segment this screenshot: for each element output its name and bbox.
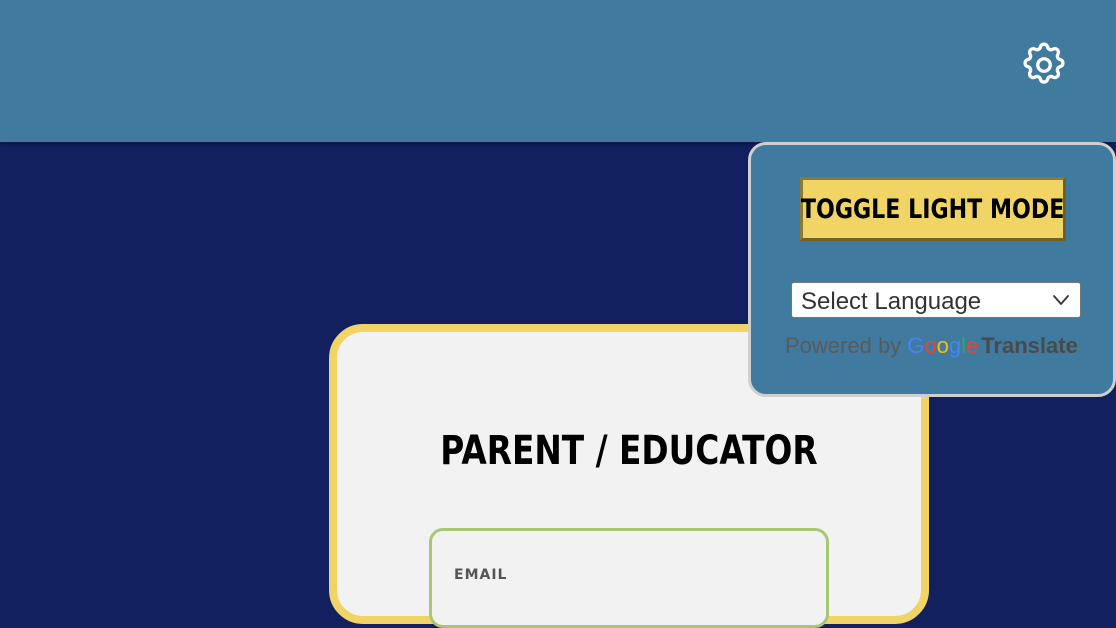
gear-icon[interactable]: [1019, 40, 1069, 90]
powered-by-google-translate: Powered by Google Translate: [785, 333, 1078, 359]
google-logo[interactable]: Google: [907, 333, 978, 358]
email-field[interactable]: EMAIL: [429, 528, 829, 628]
language-select-value: Select Language: [801, 288, 982, 315]
language-select[interactable]: Select Language: [791, 282, 1081, 318]
top-bar: [0, 0, 1116, 142]
chevron-down-icon: [1053, 295, 1069, 305]
toggle-light-mode-label: TOGGLE LIGHT MODE: [801, 193, 1065, 225]
toggle-light-mode-button[interactable]: TOGGLE LIGHT MODE: [800, 177, 1066, 241]
translate-text[interactable]: Translate: [981, 333, 1078, 358]
powered-by-text: Powered by: [785, 333, 902, 358]
settings-popup: TOGGLE LIGHT MODE Select Language Powere…: [748, 142, 1116, 397]
card-title: PARENT / EDUCATOR: [440, 428, 818, 474]
email-label: EMAIL: [454, 567, 508, 583]
